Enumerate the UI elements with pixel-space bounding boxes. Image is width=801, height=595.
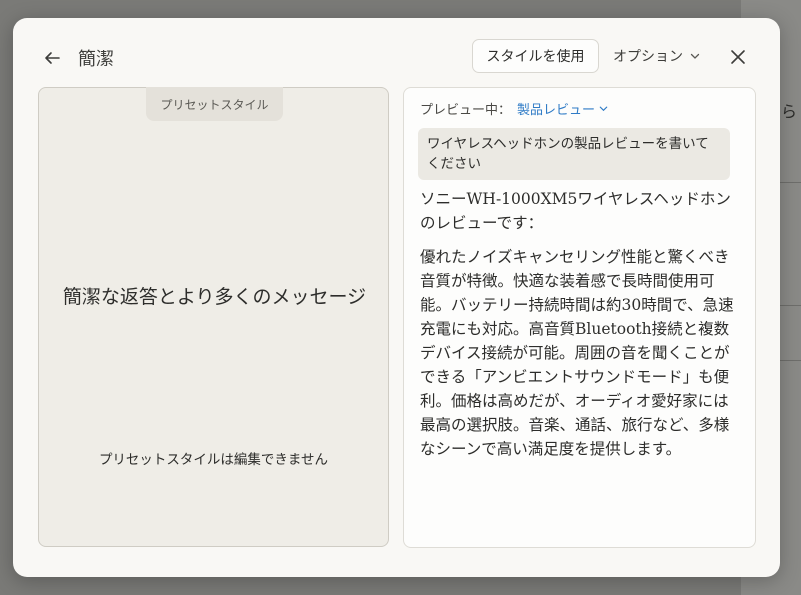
options-label: オプション (613, 49, 683, 65)
dialog-title: 簡潔 (78, 49, 114, 70)
back-button[interactable] (41, 47, 63, 69)
dialog-header: 簡潔 スタイルを使用 オプション (13, 18, 780, 88)
response-body: 優れたノイズキャンセリング性能と驚くべき音質が特徴。快適な装着感で長時間使用可能… (420, 248, 734, 458)
arrow-left-icon (45, 52, 60, 64)
user-prompt-bubble: ワイヤレスヘッドホンの製品レビューを書いてください (418, 128, 730, 180)
preview-header: プレビュー中： 製品レビュー (420, 99, 609, 118)
preview-panel: プレビュー中： 製品レビュー ワイヤレスヘッドホンの製品レビューを書いてください… (403, 87, 756, 548)
use-style-button[interactable]: スタイルを使用 (472, 39, 599, 73)
background-glyph: ら (780, 102, 797, 121)
chevron-down-icon (690, 53, 700, 59)
preview-selected-label: 製品レビュー (517, 103, 596, 118)
close-icon (731, 50, 745, 64)
options-dropdown[interactable]: オプション (613, 39, 701, 73)
close-button[interactable] (727, 46, 749, 68)
preset-style-tab: プリセットスタイル (146, 87, 283, 121)
style-description: 簡潔な返答とより多くのメッセージ (62, 286, 367, 308)
chevron-down-icon (599, 106, 608, 112)
preview-example-select[interactable]: 製品レビュー (517, 99, 609, 118)
response-intro: ソニーWH-1000XM5ワイヤレスヘッドホンのレビューです： (420, 190, 731, 232)
style-dialog: 簡潔 スタイルを使用 オプション プリセットスタイル 簡潔な返答とより多くのメッ… (13, 18, 780, 577)
style-summary-panel: プリセットスタイル 簡潔な返答とより多くのメッセージ プリセットスタイルは編集で… (38, 87, 389, 547)
preview-label: プレビュー中： (420, 103, 512, 118)
not-editable-note: プリセットスタイルは編集できません (98, 452, 329, 468)
